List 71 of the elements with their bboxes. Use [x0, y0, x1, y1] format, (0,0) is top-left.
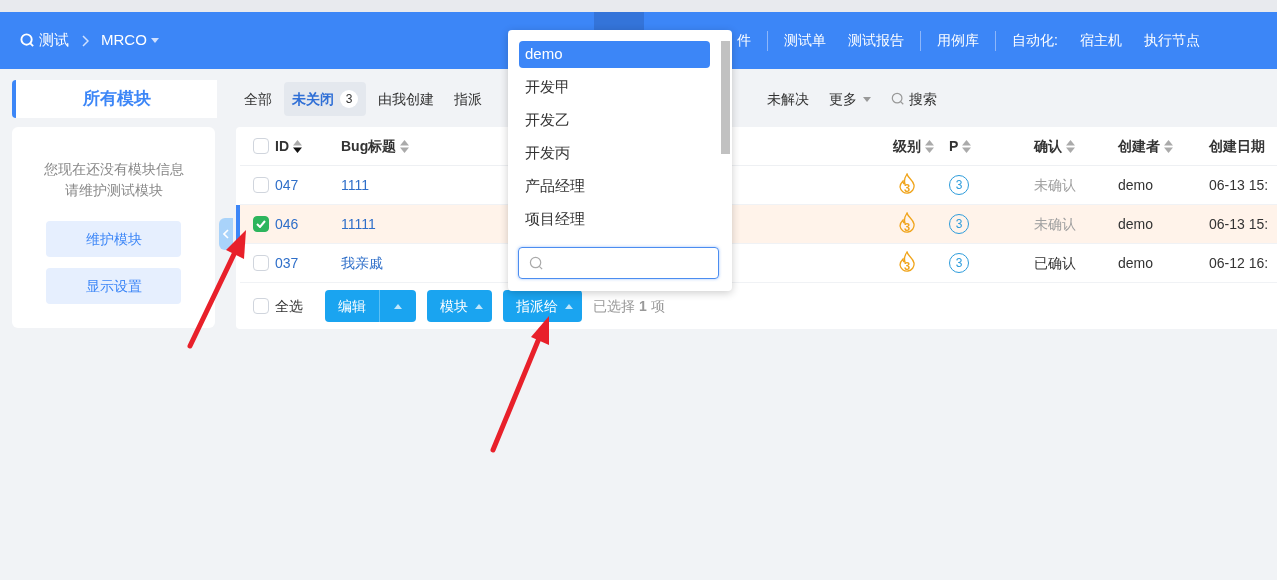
column-header[interactable]: Bug标题: [341, 135, 397, 157]
module-tab[interactable]: 所有模块: [12, 80, 217, 118]
severity-badge: 3: [897, 251, 917, 275]
empty-message: 您现在还没有模块信息: [43, 160, 184, 179]
caret-icon: [863, 96, 871, 102]
filter-tab[interactable]: 全部: [236, 82, 280, 116]
creator-cell-text: demo: [1118, 175, 1155, 195]
date-cell-text: 06-12 16:: [1209, 253, 1269, 273]
search-icon: [891, 92, 905, 106]
checkbox[interactable]: [253, 216, 269, 232]
search-button[interactable]: 搜索: [883, 82, 945, 116]
nav-link[interactable]: 用例库: [926, 30, 990, 51]
chevron-right-icon: [81, 34, 89, 47]
assignee-option[interactable]: 产品经理: [519, 173, 710, 200]
confirm-status: 已确认: [1034, 254, 1076, 271]
assignee-option[interactable]: 开发甲: [519, 74, 710, 101]
confirm-status: 未确认: [1034, 176, 1076, 193]
date-cell-text: 06-13 15:: [1209, 214, 1269, 234]
checkbox[interactable]: [253, 298, 269, 314]
checkbox[interactable]: [253, 177, 269, 193]
column-header[interactable]: 级别: [893, 135, 921, 157]
filter-tab[interactable]: 未解决: [759, 82, 817, 116]
count-badge: 3: [340, 90, 358, 108]
nav-link[interactable]: 执行节点: [1132, 30, 1211, 51]
check-icon: [256, 220, 266, 228]
more-tab[interactable]: 更多: [821, 82, 879, 116]
nav-link[interactable]: 测试报告: [837, 30, 915, 51]
search-icon: [529, 255, 544, 271]
product-title[interactable]: 测试: [39, 29, 69, 52]
assignee-option[interactable]: 项目经理: [519, 206, 710, 233]
assignee-search-field[interactable]: [518, 247, 719, 279]
nav-link[interactable]: 宿主机: [1068, 30, 1133, 51]
filter-tab[interactable]: 由我创建: [370, 82, 442, 116]
bug-id-link[interactable]: 047: [275, 174, 341, 196]
bug-title-link[interactable]: 我亲戚: [341, 254, 383, 271]
caret-icon: [150, 38, 159, 43]
filter-tab[interactable]: 未关闭 3: [284, 82, 366, 116]
severity-badge: 3: [897, 212, 917, 236]
nav-link[interactable]: 自动化:: [1001, 30, 1069, 51]
empty-message: 请维护测试模块: [64, 181, 163, 200]
checkbox[interactable]: [253, 138, 269, 154]
caret-icon: [475, 303, 483, 309]
selection-count: 已选择 1 项: [593, 296, 665, 316]
collapse-handle[interactable]: [219, 218, 233, 250]
column-header[interactable]: ID: [275, 135, 289, 157]
creator-cell-text: demo: [1118, 253, 1155, 273]
caret-icon: [565, 303, 573, 309]
assignee-option[interactable]: demo: [519, 41, 710, 68]
creator-cell-text: demo: [1118, 214, 1155, 234]
select-all-label[interactable]: 全选: [275, 295, 303, 317]
date-cell-text: 06-13 15:: [1209, 175, 1269, 195]
confirm-status: 未确认: [1034, 215, 1076, 232]
bug-title-link[interactable]: 1111: [341, 176, 370, 193]
sort-icon[interactable]: [293, 139, 302, 153]
search-icon: [20, 33, 35, 48]
assignee-option[interactable]: 开发乙: [519, 107, 710, 134]
column-header[interactable]: P: [949, 135, 959, 157]
bug-title-link[interactable]: 11111: [341, 215, 376, 232]
nav-link[interactable]: 测试单: [773, 30, 837, 51]
assignee-option[interactable]: 开发丙: [519, 140, 710, 167]
chevron-left-icon: [223, 229, 229, 239]
bug-id-link[interactable]: 037: [275, 252, 341, 274]
column-header[interactable]: 创建日期: [1209, 135, 1265, 157]
column-header[interactable]: 确认: [1034, 135, 1062, 157]
bug-id-link[interactable]: 046: [275, 213, 341, 235]
filter-tab[interactable]: 指派: [446, 82, 490, 116]
severity-badge: 3: [897, 173, 917, 197]
project-switcher[interactable]: MRCO: [101, 29, 159, 52]
column-header[interactable]: 创建者: [1118, 135, 1160, 157]
checkbox[interactable]: [253, 255, 269, 271]
caret-icon: [394, 303, 402, 309]
